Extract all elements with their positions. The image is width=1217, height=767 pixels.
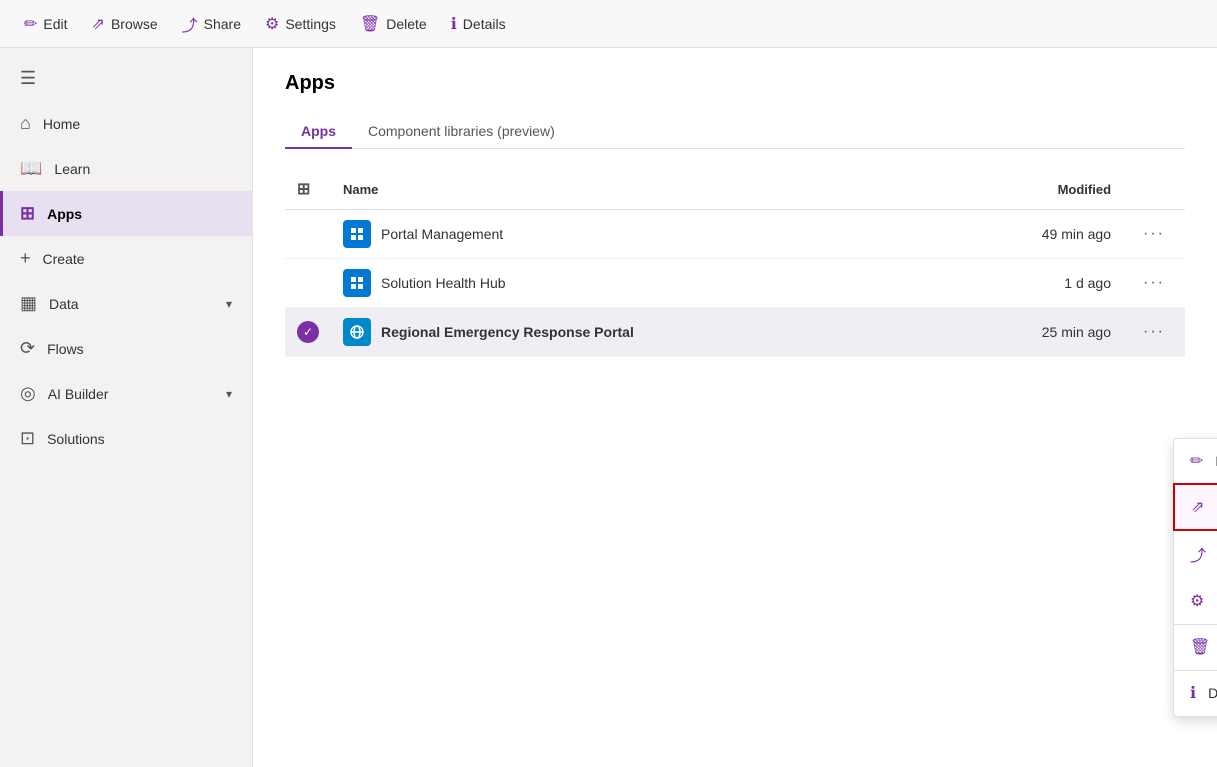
row-ellipsis-button[interactable]: ··· — [1135, 221, 1173, 247]
share-label: Share — [204, 16, 241, 32]
col-modified-header: Modified — [942, 169, 1123, 210]
ai-builder-icon: ◎ — [20, 383, 36, 404]
app-name: Portal Management — [381, 226, 503, 242]
sidebar-flows-label: Flows — [47, 341, 84, 357]
table-row[interactable]: Solution Health Hub 1 d ago ··· — [285, 259, 1185, 308]
context-details-label: Details — [1208, 685, 1217, 701]
tab-apps[interactable]: Apps — [285, 115, 352, 149]
hamburger-button[interactable]: ☰ — [0, 56, 252, 101]
context-menu: ✏ Edit ⇗ Browse ⤴ Share ⚙ Settings 🗑 — [1173, 438, 1217, 717]
tabs-bar: Apps Component libraries (preview) — [285, 115, 1185, 149]
sidebar-home-label: Home — [43, 116, 80, 132]
sidebar: ☰ ⌂ Home 📖 Learn ⊞ Apps + Create ▦ Data … — [0, 48, 253, 767]
context-delete-icon: 🗑 — [1190, 637, 1210, 657]
context-menu-share[interactable]: ⤴ Share — [1174, 530, 1217, 579]
sidebar-apps-label: Apps — [47, 206, 82, 222]
sidebar-item-home[interactable]: ⌂ Home — [0, 101, 252, 146]
toolbar-delete[interactable]: 🗑 Delete — [360, 14, 427, 34]
sidebar-ai-label: AI Builder — [48, 386, 109, 402]
row-check-icon: ✓ — [297, 321, 319, 343]
info-icon: ℹ — [451, 14, 457, 34]
toolbar-share[interactable]: ⤴ Share — [182, 12, 241, 36]
toolbar: ✏ Edit ⇗ Browse ⤴ Share ⚙ Settings 🗑 Del… — [0, 0, 1217, 48]
share-icon: ⤴ — [182, 12, 198, 36]
context-details-icon: ℹ — [1190, 683, 1196, 703]
sidebar-item-learn[interactable]: 📖 Learn — [0, 146, 252, 191]
tab-component-libraries[interactable]: Component libraries (preview) — [352, 115, 571, 149]
sidebar-item-create[interactable]: + Create — [0, 236, 252, 281]
main-layout: ☰ ⌂ Home 📖 Learn ⊞ Apps + Create ▦ Data … — [0, 48, 1217, 767]
app-name: Solution Health Hub — [381, 275, 506, 291]
context-menu-edit[interactable]: ✏ Edit — [1174, 439, 1217, 484]
apps-table: ⊞ Name Modified — [285, 169, 1185, 357]
browse-icon: ⇗ — [92, 14, 105, 34]
data-icon: ▦ — [20, 293, 37, 314]
sidebar-item-solutions[interactable]: ⊡ Solutions — [0, 416, 252, 461]
edit-label: Edit — [43, 16, 67, 32]
sidebar-item-flows[interactable]: ⟳ Flows — [0, 326, 252, 371]
sidebar-create-label: Create — [43, 251, 85, 267]
create-icon: + — [20, 248, 31, 269]
page-title: Apps — [285, 72, 1185, 95]
chevron-down-icon-ai: ▾ — [226, 387, 232, 401]
context-edit-icon: ✏ — [1190, 451, 1203, 471]
table-row[interactable]: Portal Management 49 min ago ··· — [285, 210, 1185, 259]
col-name-header: Name — [331, 169, 942, 210]
delete-label: Delete — [386, 16, 426, 32]
table-row-selected[interactable]: ✓ Regional Emergency Response Portal 25 … — [285, 308, 1185, 357]
toolbar-settings[interactable]: ⚙ Settings — [265, 14, 336, 34]
row-ellipsis-button-selected[interactable]: ··· — [1135, 319, 1173, 345]
learn-icon: 📖 — [20, 158, 42, 179]
row-ellipsis-button[interactable]: ··· — [1135, 270, 1173, 296]
edit-icon: ✏ — [24, 14, 37, 34]
solutions-icon: ⊡ — [20, 428, 35, 449]
context-settings-icon: ⚙ — [1190, 591, 1204, 611]
context-menu-details[interactable]: ℹ Details — [1174, 671, 1217, 716]
flows-icon: ⟳ — [20, 338, 35, 359]
sidebar-learn-label: Learn — [54, 161, 90, 177]
toolbar-details[interactable]: ℹ Details — [451, 14, 506, 34]
context-share-icon: ⤴ — [1190, 542, 1206, 566]
context-menu-delete[interactable]: 🗑 Delete — [1174, 625, 1217, 670]
app-icon-blue — [343, 220, 371, 248]
app-name-cell: Solution Health Hub — [343, 269, 930, 297]
apps-icon: ⊞ — [20, 203, 35, 224]
context-menu-settings[interactable]: ⚙ Settings — [1174, 579, 1217, 624]
chevron-down-icon: ▾ — [226, 297, 232, 311]
app-icon-blue-2 — [343, 269, 371, 297]
app-icon-globe — [343, 318, 371, 346]
sidebar-solutions-label: Solutions — [47, 431, 105, 447]
sidebar-data-label: Data — [49, 296, 79, 312]
modified-time: 1 d ago — [1064, 275, 1111, 291]
settings-icon: ⚙ — [265, 14, 279, 34]
app-name-cell: Portal Management — [343, 220, 930, 248]
delete-icon: 🗑 — [360, 14, 380, 34]
app-name-bold: Regional Emergency Response Portal — [381, 324, 634, 340]
sidebar-item-ai-builder[interactable]: ◎ AI Builder ▾ — [0, 371, 252, 416]
toolbar-edit[interactable]: ✏ Edit — [24, 14, 68, 34]
sidebar-item-data[interactable]: ▦ Data ▾ — [0, 281, 252, 326]
details-label: Details — [463, 16, 506, 32]
modified-time: 25 min ago — [1042, 324, 1111, 340]
context-menu-browse[interactable]: ⇗ Browse — [1173, 483, 1217, 531]
table-select-all-icon[interactable]: ⊞ — [297, 181, 310, 198]
sidebar-item-apps[interactable]: ⊞ Apps — [0, 191, 252, 236]
settings-label: Settings — [285, 16, 336, 32]
app-name-cell: Regional Emergency Response Portal — [343, 318, 930, 346]
browse-label: Browse — [111, 16, 158, 32]
home-icon: ⌂ — [20, 113, 31, 134]
content-area: Apps Apps Component libraries (preview) … — [253, 48, 1217, 767]
modified-time: 49 min ago — [1042, 226, 1111, 242]
toolbar-browse[interactable]: ⇗ Browse — [92, 14, 158, 34]
context-browse-icon: ⇗ — [1191, 497, 1204, 517]
hamburger-icon: ☰ — [20, 68, 36, 89]
